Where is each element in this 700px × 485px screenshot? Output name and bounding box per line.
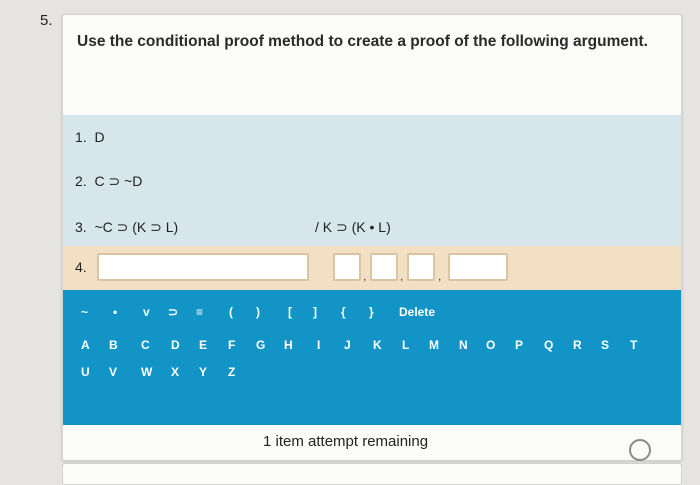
premise-line-2: 2. C ⊃ ~D	[75, 173, 142, 190]
comma-separator: ,	[438, 269, 442, 283]
key-close-bracket[interactable]: ]	[313, 305, 317, 319]
key-letter[interactable]: D	[171, 338, 180, 352]
key-letter[interactable]: X	[171, 365, 179, 379]
premises-panel: 1. D 2. C ⊃ ~D 3. ~C ⊃ (K ⊃ L) / K ⊃ (K …	[63, 115, 681, 246]
line-number: 4.	[75, 259, 87, 275]
key-letter[interactable]: H	[284, 338, 293, 352]
key-open-paren[interactable]: (	[229, 305, 233, 319]
key-tilde[interactable]: ~	[81, 305, 88, 319]
key-letter[interactable]: E	[199, 338, 207, 352]
key-letter[interactable]: G	[256, 338, 265, 352]
key-letter[interactable]: B	[109, 338, 118, 352]
key-close-paren[interactable]: )	[256, 305, 260, 319]
key-horseshoe[interactable]: ⊃	[168, 305, 178, 319]
key-letter[interactable]: L	[402, 338, 409, 352]
attempts-remaining-text: 1 item attempt remaining	[263, 433, 429, 450]
next-question-card	[62, 463, 682, 485]
key-letter[interactable]: Z	[228, 365, 235, 379]
conclusion: / K ⊃ (K • L)	[315, 219, 391, 235]
key-letter[interactable]: F	[228, 338, 235, 352]
key-letter[interactable]: Q	[544, 338, 553, 352]
premise-line-1: 1. D	[75, 129, 105, 145]
justification-line-input-1[interactable]	[333, 253, 361, 281]
attempts-footer: 1 item attempt remaining	[63, 425, 681, 461]
question-prompt: Use the conditional proof method to crea…	[77, 33, 648, 50]
key-letter[interactable]: C	[141, 338, 150, 352]
status-circle-icon	[629, 439, 651, 461]
answer-line-4: 4. , , ,	[63, 246, 681, 290]
key-letter[interactable]: T	[630, 338, 637, 352]
key-wedge[interactable]: v	[143, 305, 150, 319]
premise-formula: D	[94, 129, 105, 145]
line-number: 3.	[75, 219, 87, 235]
key-letter[interactable]: W	[141, 365, 152, 379]
premise-formula: ~C ⊃ (K ⊃ L)	[94, 219, 179, 235]
justification-rule-input[interactable]	[448, 253, 508, 281]
justification-line-input-2[interactable]	[370, 253, 398, 281]
premise-formula: C ⊃ ~D	[94, 173, 143, 189]
question-number: 5.	[40, 12, 53, 29]
key-close-brace[interactable]: }	[369, 305, 374, 319]
key-letter[interactable]: P	[515, 338, 523, 352]
delete-button[interactable]: Delete	[399, 305, 435, 319]
formula-input[interactable]	[97, 253, 309, 281]
key-open-brace[interactable]: {	[341, 305, 346, 319]
comma-separator: ,	[363, 269, 367, 283]
line-number: 1.	[75, 129, 87, 145]
key-letter[interactable]: I	[317, 338, 320, 352]
key-letter[interactable]: U	[81, 365, 90, 379]
question-card: Use the conditional proof method to crea…	[62, 14, 682, 461]
key-triple-bar[interactable]: ≡	[196, 305, 203, 319]
key-letter[interactable]: R	[573, 338, 582, 352]
comma-separator: ,	[400, 269, 404, 283]
key-open-bracket[interactable]: [	[288, 305, 292, 319]
key-letter[interactable]: J	[344, 338, 351, 352]
key-letter[interactable]: V	[109, 365, 117, 379]
key-letter[interactable]: M	[429, 338, 439, 352]
key-letter[interactable]: N	[459, 338, 468, 352]
key-letter[interactable]: K	[373, 338, 382, 352]
premise-line-3: 3. ~C ⊃ (K ⊃ L)	[75, 219, 178, 236]
line-number: 2.	[75, 173, 87, 189]
key-letter[interactable]: S	[601, 338, 609, 352]
key-letter[interactable]: Y	[199, 365, 207, 379]
symbol-keyboard: ~ • v ⊃ ≡ ( ) [ ] { } Delete A B C D E F…	[63, 290, 681, 425]
key-letter[interactable]: A	[81, 338, 90, 352]
justification-line-input-3[interactable]	[407, 253, 435, 281]
key-dot[interactable]: •	[113, 305, 117, 319]
key-letter[interactable]: O	[486, 338, 495, 352]
